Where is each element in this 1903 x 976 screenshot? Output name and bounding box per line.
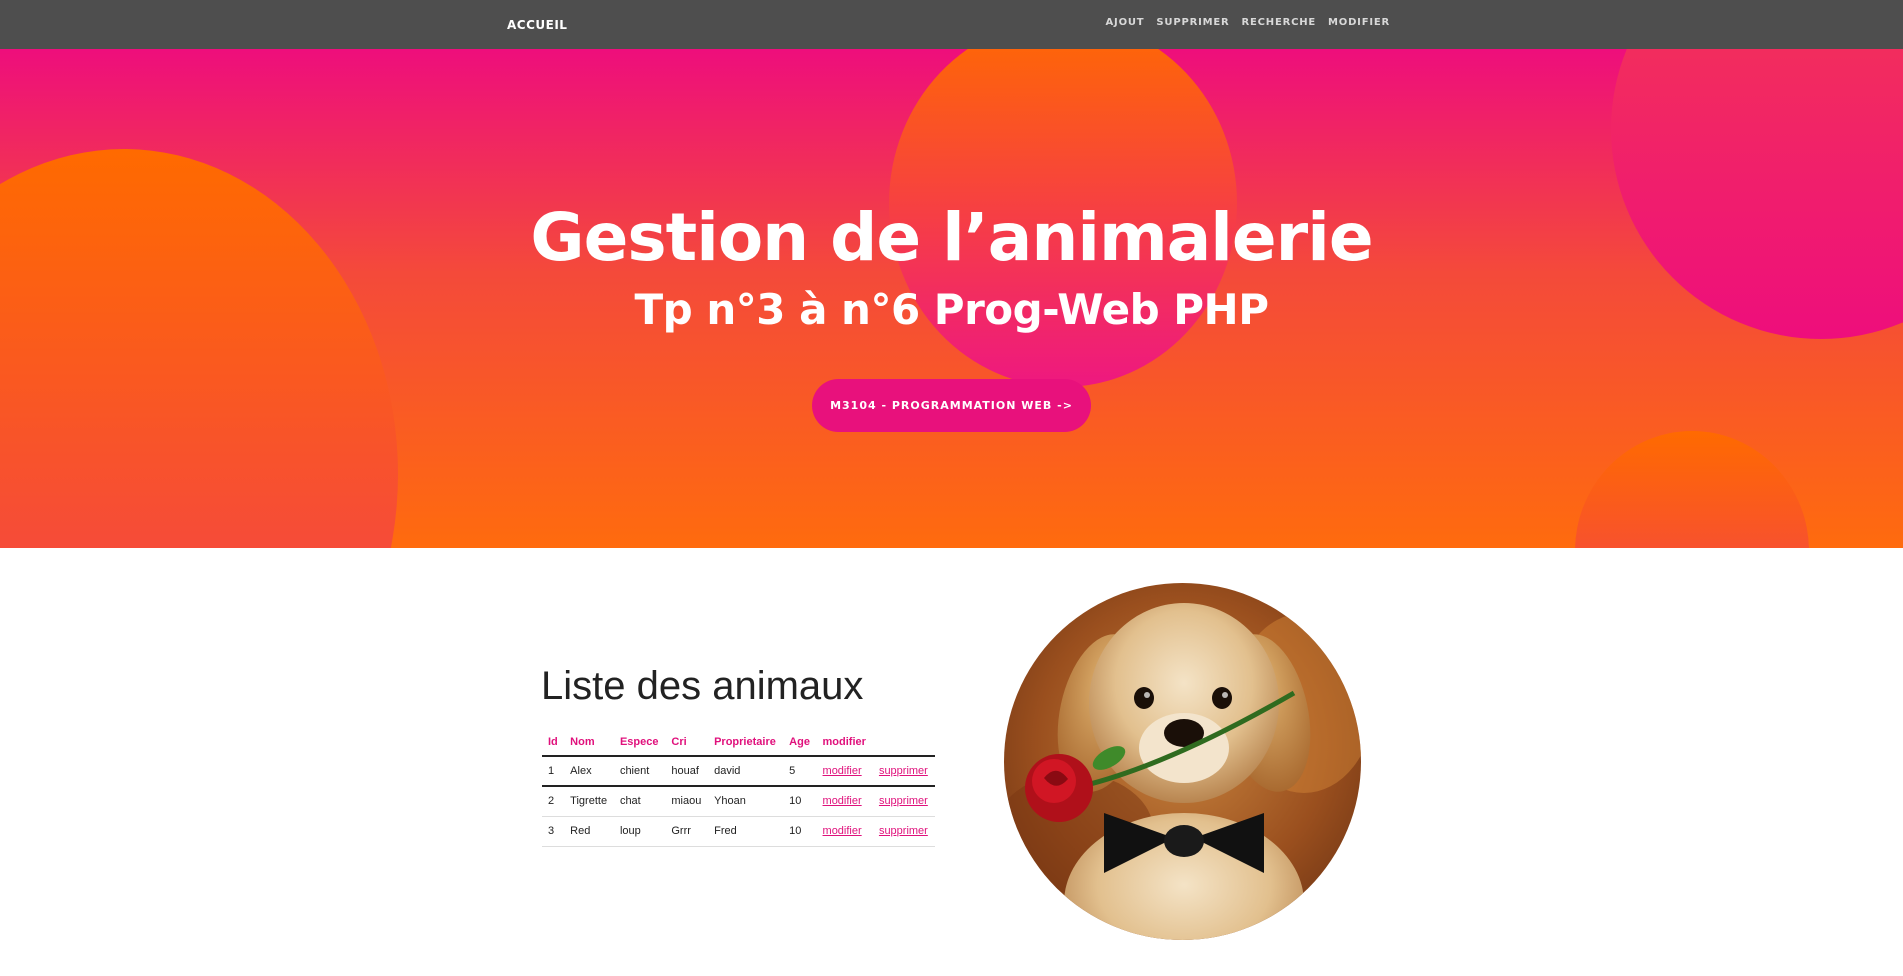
modifier-link[interactable]: modifier <box>823 825 862 837</box>
cell-espece: chat <box>613 786 666 817</box>
cell-modifier: modifier <box>816 786 873 817</box>
cell-proprietaire: david <box>708 756 784 787</box>
cell-modifier: modifier <box>816 756 873 787</box>
animals-table: Id Nom Espece Cri Proprietaire Age modif… <box>542 729 935 847</box>
column-header-espece: Espece <box>613 729 666 757</box>
cell-nom: Red <box>564 816 614 847</box>
cell-modifier: modifier <box>816 816 873 847</box>
cell-supprimer: supprimer <box>872 786 935 817</box>
table-row: 1 Alex chient houaf david 5 modifier sup… <box>542 756 935 787</box>
cell-id: 1 <box>542 756 565 787</box>
column-header-modifier: modifier <box>816 729 873 757</box>
column-header-id: Id <box>542 729 565 757</box>
table-header-row: Id Nom Espece Cri Proprietaire Age modif… <box>542 729 935 757</box>
modifier-link[interactable]: modifier <box>823 765 862 777</box>
supprimer-link[interactable]: supprimer <box>879 795 928 807</box>
cell-cri: houaf <box>665 756 709 787</box>
column-header-proprietaire: Proprietaire <box>708 729 784 757</box>
cell-proprietaire: Yhoan <box>708 786 784 817</box>
column-header-cri: Cri <box>665 729 709 757</box>
cell-id: 2 <box>542 786 565 817</box>
list-title: Liste des animaux <box>541 664 864 708</box>
hero-bubble-bottom-right <box>1575 431 1809 548</box>
hero-banner: Gestion de l’animalerie Tp n°3 à n°6 Pro… <box>0 49 1903 548</box>
cell-cri: Grrr <box>665 816 709 847</box>
nav-link-modifier[interactable]: MODIFIER <box>1328 17 1390 28</box>
cell-espece: loup <box>613 816 666 847</box>
cell-age: 5 <box>783 756 817 787</box>
nav-link-recherche[interactable]: RECHERCHE <box>1242 17 1317 28</box>
nav-link-ajout[interactable]: AJOUT <box>1106 17 1145 28</box>
column-header-nom: Nom <box>564 729 614 757</box>
hero-title: Gestion de l’animalerie <box>530 199 1373 276</box>
cell-cri: miaou <box>665 786 709 817</box>
course-link-button[interactable]: M3104 - PROGRAMMATION WEB -> <box>812 379 1091 432</box>
column-header-supprimer <box>872 729 935 757</box>
table-row: 3 Red loup Grrr Fred 10 modifier supprim… <box>542 816 935 847</box>
modifier-link[interactable]: modifier <box>823 795 862 807</box>
navbar: ACCUEIL AJOUT SUPPRIMER RECHERCHE MODIFI… <box>0 0 1903 49</box>
cell-age: 10 <box>783 816 817 847</box>
cell-supprimer: supprimer <box>872 756 935 787</box>
cell-age: 10 <box>783 786 817 817</box>
nav-link-supprimer[interactable]: SUPPRIMER <box>1156 17 1229 28</box>
puppy-illustration <box>1004 603 1361 940</box>
table-row: 2 Tigrette chat miaou Yhoan 10 modifier … <box>542 786 935 817</box>
cell-nom: Tigrette <box>564 786 614 817</box>
cell-espece: chient <box>613 756 666 787</box>
cell-nom: Alex <box>564 756 614 787</box>
cell-id: 3 <box>542 816 565 847</box>
nav-links: AJOUT SUPPRIMER RECHERCHE MODIFIER <box>1106 17 1390 28</box>
nav-brand-accueil[interactable]: ACCUEIL <box>507 18 567 32</box>
supprimer-link[interactable]: supprimer <box>879 765 928 777</box>
column-header-age: Age <box>783 729 817 757</box>
cell-supprimer: supprimer <box>872 816 935 847</box>
cell-proprietaire: Fred <box>708 816 784 847</box>
puppy-with-rose-image <box>1004 583 1361 940</box>
hero-subtitle: Tp n°3 à n°6 Prog-Web PHP <box>634 285 1269 334</box>
supprimer-link[interactable]: supprimer <box>879 825 928 837</box>
